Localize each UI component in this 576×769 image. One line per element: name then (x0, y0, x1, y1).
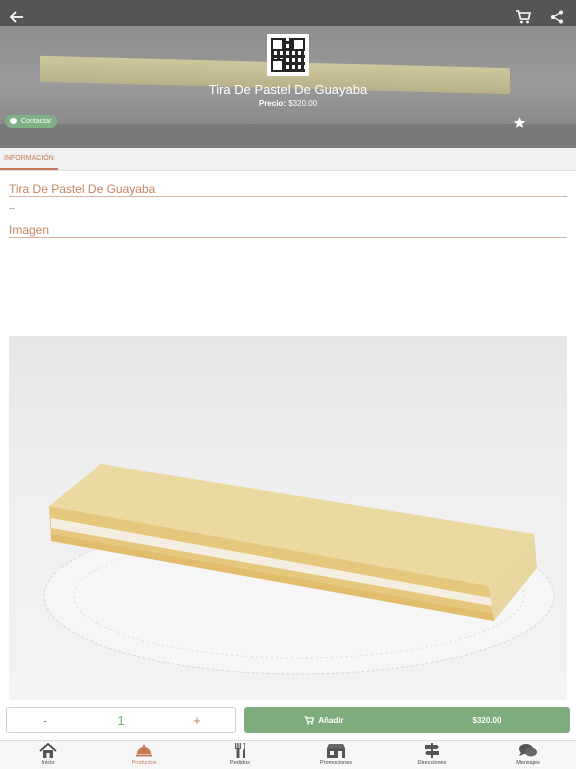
hero-bottom-strip (0, 124, 576, 148)
nav-item-mensajes[interactable]: Mensajes (480, 743, 576, 769)
product-image (9, 336, 567, 700)
signpost-icon (425, 743, 439, 758)
home-icon (39, 743, 57, 758)
qr-code[interactable] (267, 34, 309, 76)
nav-item-promociones[interactable]: Promociones (288, 743, 384, 769)
nav-item-inicio[interactable]: Inicio (0, 743, 96, 769)
nav-label: Pedidos (230, 760, 250, 766)
price-label: Precio: (258, 99, 286, 108)
cake-illustration (43, 464, 555, 675)
add-price: $320.00 (472, 715, 502, 725)
nav-label: Productos (131, 760, 157, 766)
share-icon (551, 10, 563, 24)
nav-label: Mensajes (516, 760, 540, 766)
qr-corner (292, 38, 305, 51)
divider (9, 196, 567, 197)
add-to-cart-button[interactable]: Añadir $320.00 (244, 707, 570, 733)
contact-label: Contactar (21, 118, 52, 125)
star-icon (513, 116, 525, 128)
image-section-title: Imagen (9, 223, 50, 237)
cart-icon (304, 715, 315, 725)
increment-button[interactable]: + (159, 713, 235, 728)
nav-item-pedidos[interactable]: Pedidos (192, 743, 288, 769)
qr-pattern (271, 38, 305, 72)
chat-icon (10, 118, 17, 124)
bottom-navigation: Inicio Productos Pedidos Promociones Dir… (0, 740, 576, 769)
info-title: Tira De Pastel De Guayaba (9, 182, 156, 196)
qr-corner (271, 38, 284, 51)
cart-button[interactable] (512, 6, 534, 28)
nav-item-productos[interactable]: Productos (96, 743, 192, 769)
nav-label: Inicio (41, 760, 55, 766)
product-price: Precio: $320.00 (0, 99, 576, 108)
utensils-icon (235, 743, 245, 758)
divider (9, 237, 567, 238)
nav-label: Promociones (319, 760, 353, 766)
top-bar (0, 0, 576, 26)
share-button[interactable] (546, 6, 568, 28)
tab-bar: INFORMACIÓN (0, 148, 576, 171)
info-description: -- (9, 203, 15, 213)
back-button[interactable] (6, 6, 28, 28)
quantity-value[interactable]: 1 (83, 713, 159, 728)
qr-corner (271, 59, 284, 72)
nav-label: Direcciones (417, 760, 447, 766)
product-title: Tira De Pastel De Guayaba (208, 82, 368, 97)
tab-informacion[interactable]: INFORMACIÓN (0, 148, 58, 170)
contact-button[interactable]: Contactar (5, 115, 58, 128)
price-value: $320.00 (288, 99, 318, 108)
chat-bubbles-icon (519, 744, 537, 757)
cart-icon (516, 10, 531, 24)
store-icon (327, 744, 345, 758)
cloche-icon (136, 744, 152, 757)
arrow-left-icon (10, 11, 23, 23)
add-label-group: Añadir (244, 716, 404, 725)
decrement-button[interactable]: - (7, 713, 83, 728)
add-label: Añadir (318, 715, 344, 725)
quantity-stepper: - 1 + (6, 707, 236, 733)
nav-item-direcciones[interactable]: Direcciones (384, 743, 480, 769)
favorite-button[interactable] (510, 113, 528, 131)
